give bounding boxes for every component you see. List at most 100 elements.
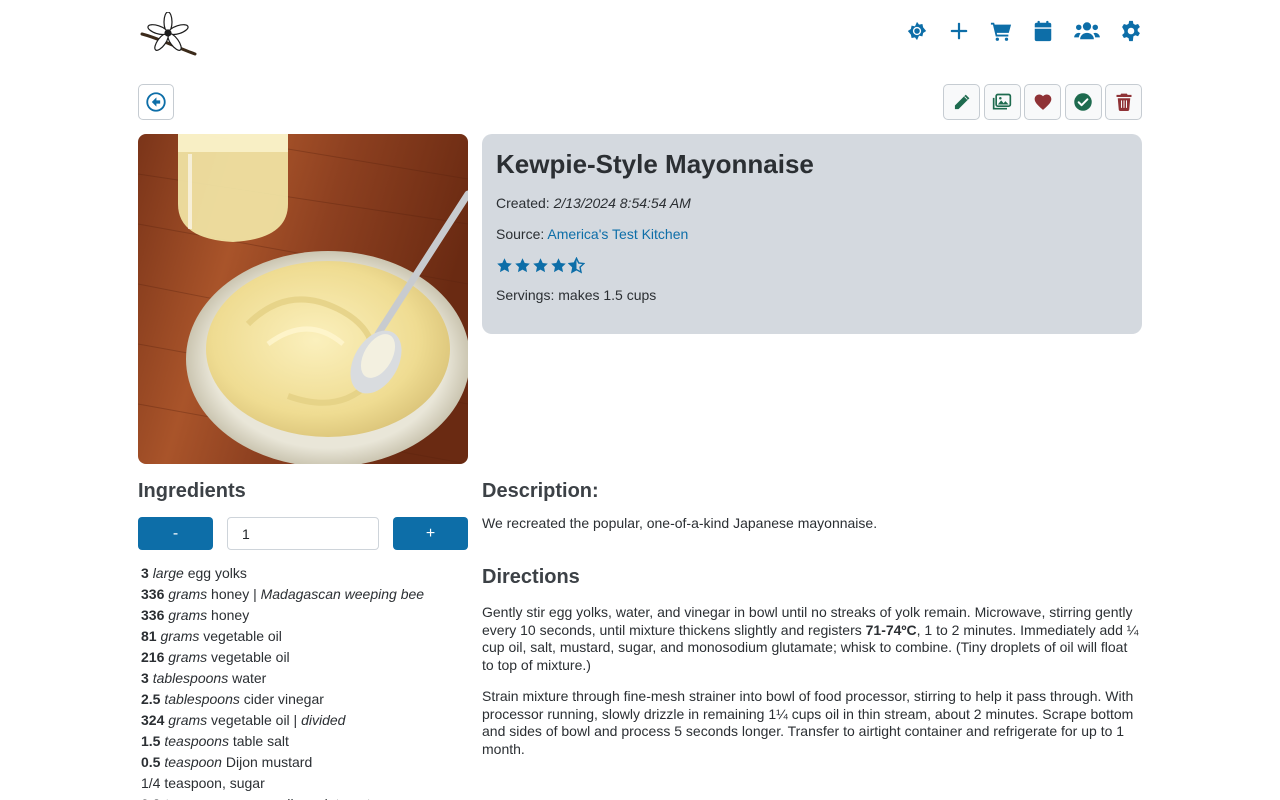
back-button[interactable] — [138, 84, 174, 120]
ingredient-item: 2.5 tablespoons cider vinegar — [141, 689, 468, 710]
recipe-photo — [138, 134, 468, 464]
source-link[interactable]: America's Test Kitchen — [547, 226, 688, 242]
top-navbar — [138, 11, 1142, 60]
ingredient-amount: 2.5 — [141, 691, 161, 707]
ingredient-list: 3 large egg yolks 336 grams honey | Madag… — [138, 563, 468, 800]
ingredient-amount: 324 — [141, 712, 165, 728]
mark-made-button[interactable] — [1064, 84, 1102, 120]
ingredient-item: 324 grams vegetable oil | divided — [141, 710, 468, 731]
made-icon — [1074, 93, 1092, 111]
ingredient-name: table salt — [228, 733, 289, 749]
rating-stars[interactable] — [496, 256, 1128, 274]
ingredient-item: 336 grams honey | Madagascan weeping bee — [141, 584, 468, 605]
ingredient-item: 336 grams honey — [141, 605, 468, 626]
star-icon — [551, 257, 566, 272]
edit-icon — [953, 93, 971, 110]
ingredient-unit: teaspoons — [164, 796, 229, 800]
ingredient-item: 3 large egg yolks — [141, 563, 468, 584]
ingredient-item: 216 grams vegetable oil — [141, 647, 468, 668]
ingredient-amount: 1.5 — [141, 733, 161, 749]
ingredient-amount: 336 — [141, 607, 165, 623]
edit-button[interactable] — [943, 84, 980, 120]
ingredient-name: honey — [207, 607, 250, 623]
settings-icon[interactable] — [1120, 20, 1142, 42]
images-button[interactable] — [983, 84, 1021, 120]
directions-heading: Directions — [482, 566, 580, 588]
ingredient-note: Madagascan weeping bee — [260, 586, 425, 602]
created-value: 2/13/2024 8:54:54 AM — [553, 195, 691, 211]
ingredients-heading: Ingredients — [138, 480, 246, 502]
created-row: Created: 2/13/2024 8:54:54 AM — [496, 194, 1128, 212]
ingredient-name: cider vinegar — [239, 691, 324, 707]
recipe-title: Kewpie-Style Mayonnaise — [496, 149, 814, 179]
ingredient-amount: 336 — [141, 586, 165, 602]
ingredient-name: vegetable oil — [199, 628, 282, 644]
delete-icon — [1116, 93, 1131, 112]
delete-button[interactable] — [1105, 84, 1142, 120]
ingredient-item: 0.2 teaspoons monosodium glutamate — [141, 794, 468, 800]
add-icon[interactable] — [948, 20, 970, 42]
ingredient-unit: tablespoons — [164, 691, 240, 707]
ingredient-name: honey | — [207, 586, 261, 602]
cart-icon[interactable] — [990, 20, 1012, 42]
description-text: We recreated the popular, one-of-a-kind … — [482, 515, 878, 531]
ingredient-note: divided — [301, 712, 346, 728]
recipe-info-card: Kewpie-Style Mayonnaise Created: 2/13/20… — [482, 134, 1142, 334]
ingredient-name: vegetable oil — [207, 649, 290, 665]
favorite-button[interactable] — [1024, 84, 1061, 120]
ingredient-name: water — [228, 670, 267, 686]
favorite-icon — [1034, 94, 1051, 110]
ingredient-amount: 3 — [141, 565, 149, 581]
theme-icon[interactable] — [906, 20, 928, 42]
servings-value: makes 1.5 cups — [558, 287, 657, 303]
images-icon — [992, 93, 1012, 110]
ingredients-section: Ingredients - + 3 large egg yolks336 gra… — [138, 478, 468, 800]
ingredient-unit: grams — [160, 628, 200, 644]
decrease-button[interactable]: - — [138, 517, 213, 550]
vanilla-flower-logo[interactable] — [138, 11, 198, 58]
recipe-toolbar — [138, 84, 1142, 120]
star-icon — [497, 257, 512, 272]
ingredient-item: 1/4 teaspoon, sugar — [141, 773, 468, 794]
ingredient-name: Dijon mustard — [221, 754, 313, 770]
ingredient-unit: grams — [168, 586, 208, 602]
increase-button[interactable]: + — [393, 517, 468, 550]
ingredient-unit: grams — [168, 712, 208, 728]
ingredient-name: monosodium glutamate — [229, 796, 379, 800]
ingredient-item: 81 grams vegetable oil — [141, 626, 468, 647]
source-row: Source: America's Test Kitchen — [496, 225, 1128, 243]
star-icon — [515, 257, 530, 272]
ingredient-item: 0.5 teaspoon Dijon mustard — [141, 752, 468, 773]
created-label: Created: — [496, 195, 554, 211]
ingredient-unit: teaspoons — [164, 733, 229, 749]
recipe-actions — [940, 84, 1142, 120]
servings-label: Servings: — [496, 287, 559, 303]
ingredient-amount: 216 — [141, 649, 165, 665]
step-temperature: 71-74ºC — [865, 621, 917, 638]
ingredient-unit: grams — [168, 649, 208, 665]
direction-step: Strain mixture through fine-mesh straine… — [482, 688, 1134, 757]
ingredient-amount: 0.2 — [141, 796, 160, 800]
arrow-circle-left-icon — [146, 92, 166, 112]
users-icon[interactable] — [1074, 20, 1100, 42]
ingredient-name: egg yolks — [183, 565, 247, 581]
source-label: Source: — [496, 226, 548, 242]
ingredient-unit: grams — [168, 607, 208, 623]
ingredient-amount: 3 — [141, 670, 149, 686]
scale-input[interactable] — [227, 517, 379, 550]
ingredient-name: vegetable oil | — [207, 712, 302, 728]
star-half-icon — [568, 256, 585, 274]
direction-step: Gently stir egg yolks, water, and vinega… — [482, 604, 1142, 674]
ingredient-unit: teaspoon — [164, 754, 222, 770]
ingredient-unit: large — [152, 565, 184, 581]
ingredient-item: 1.5 teaspoons table salt — [141, 731, 468, 752]
ingredient-unit: tablespoons — [152, 670, 229, 686]
ingredient-item: 3 tablespoons water — [141, 668, 468, 689]
description-heading: Description: — [482, 480, 599, 502]
ingredient-amount: 0.5 — [141, 754, 161, 770]
scale-control: - + — [138, 517, 468, 550]
header-icon-group — [886, 20, 1142, 42]
calendar-icon[interactable] — [1032, 20, 1054, 42]
servings-row: Servings: makes 1.5 cups — [496, 286, 1128, 304]
ingredient-amount: 81 — [141, 628, 157, 644]
